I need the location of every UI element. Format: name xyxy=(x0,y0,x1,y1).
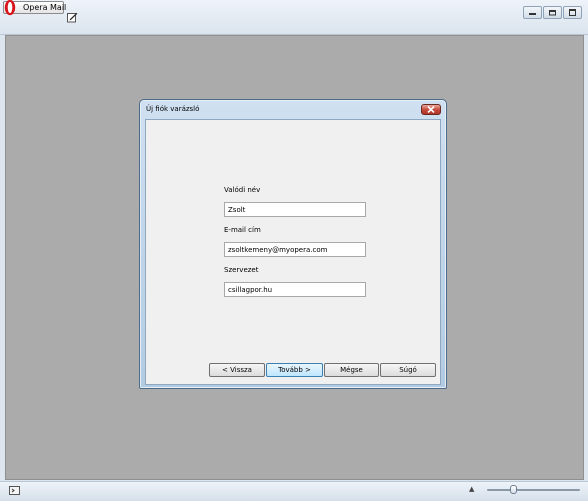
cancel-button[interactable]: Mégse xyxy=(324,363,379,377)
maximize-button[interactable] xyxy=(563,6,582,19)
minimize-button[interactable] xyxy=(523,6,542,19)
zoom-up-icon[interactable]: ▲ xyxy=(469,485,474,493)
window-controls xyxy=(523,6,582,19)
zoom-slider-track[interactable] xyxy=(487,489,580,491)
dialog-title: Új fiók varázsló xyxy=(146,105,200,113)
zoom-slider-thumb[interactable] xyxy=(509,485,517,494)
dialog-close-button[interactable] xyxy=(421,104,441,115)
next-button[interactable]: Tovább > xyxy=(266,363,323,377)
email-input[interactable] xyxy=(224,242,366,257)
maximize-icon xyxy=(569,9,576,16)
panel-toggle-icon[interactable] xyxy=(9,486,20,495)
compose-icon[interactable] xyxy=(67,12,78,23)
restore-icon xyxy=(549,10,556,16)
real-name-input[interactable] xyxy=(224,202,366,217)
organization-label: Szervezet xyxy=(224,266,259,274)
opera-menu-logo-icon xyxy=(4,0,16,16)
top-toolbar: Opera Mail xyxy=(0,0,588,35)
back-button[interactable]: < Vissza xyxy=(209,363,265,377)
organization-input[interactable] xyxy=(224,282,366,297)
status-bar: ▲ xyxy=(0,481,588,501)
real-name-label: Valódi név xyxy=(224,186,261,194)
close-icon xyxy=(427,106,435,113)
help-button[interactable]: Súgó xyxy=(380,363,436,377)
restore-button[interactable] xyxy=(543,6,562,19)
minimize-icon xyxy=(529,13,536,15)
opera-menu-label: Opera Mail xyxy=(23,3,67,12)
new-account-wizard-dialog: Új fiók varázsló Valódi név E-mail cím S… xyxy=(139,99,447,389)
dialog-body: Valódi név E-mail cím Szervezet xyxy=(145,119,441,385)
email-label: E-mail cím xyxy=(224,226,261,234)
